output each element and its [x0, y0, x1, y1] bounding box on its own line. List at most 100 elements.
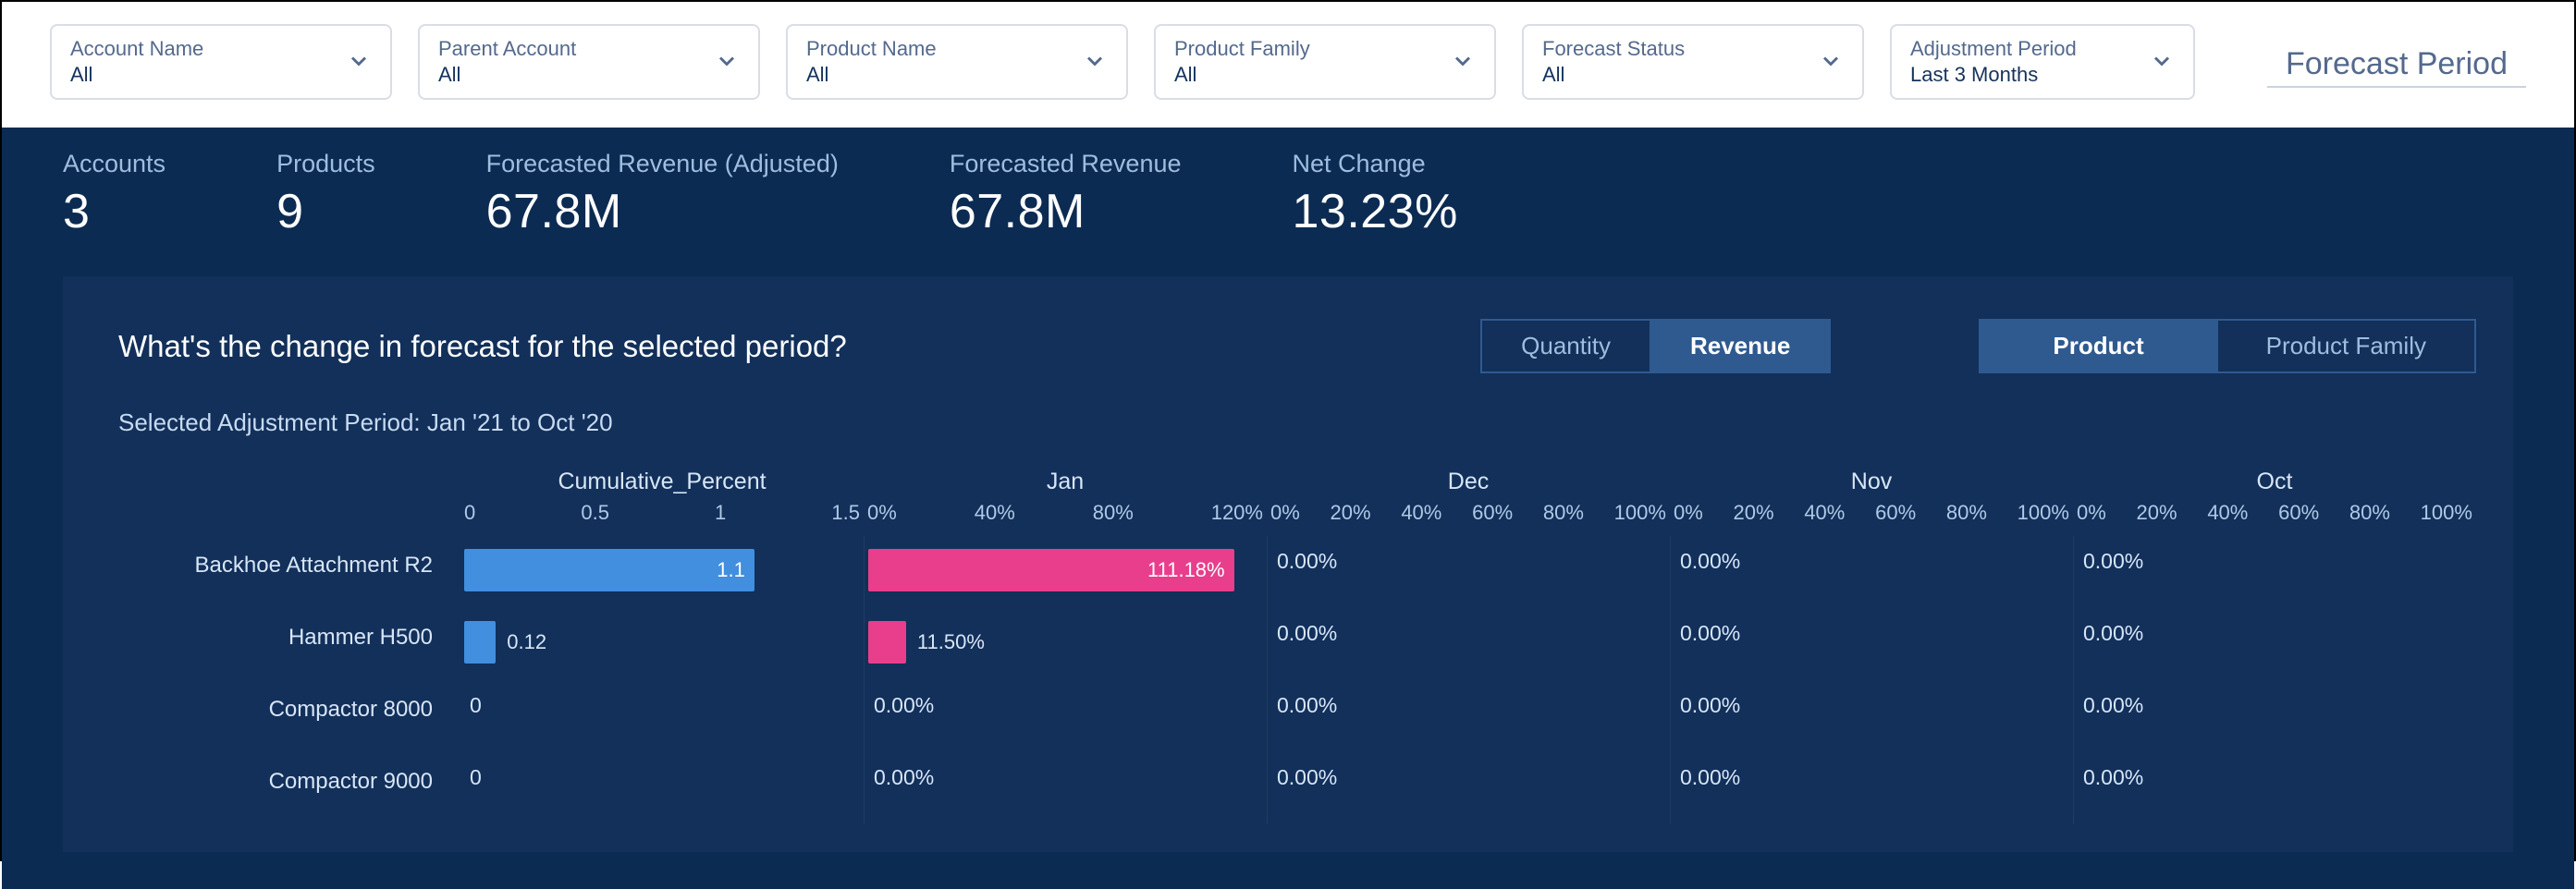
kpi-value: 3 [63, 184, 166, 239]
bar: 111.18% [868, 549, 1234, 591]
kpi-label: Products [276, 150, 375, 178]
bar-value: 0 [464, 693, 482, 717]
seg-revenue[interactable]: Revenue [1651, 319, 1831, 373]
chart-title: What's the change in forecast for the se… [118, 329, 847, 364]
chevron-down-icon [714, 48, 740, 77]
filter-adjustment-period[interactable]: Adjustment Period Last 3 Months [1890, 24, 2195, 100]
axis-tick: 1.5 [831, 501, 860, 525]
filter-account-name[interactable]: Account Name All [50, 24, 392, 100]
axis-tick: 1 [715, 501, 726, 525]
chart-cell: 0.00% [2073, 680, 2476, 752]
seg-quantity[interactable]: Quantity [1480, 319, 1651, 373]
chart-cell: 0.00% [2073, 536, 2476, 608]
bar-value: 1.1 [717, 558, 745, 582]
axis-tick: 0% [1674, 501, 1703, 525]
chart-cell: 0.00% [1670, 608, 2073, 680]
axis-ticks: 0 0.5 1 1.5 [460, 501, 864, 536]
axis-tick: 40% [975, 501, 1015, 525]
segmented-dimension: Product Product Family [1979, 319, 2476, 373]
axis-tick: 80% [1946, 501, 1987, 525]
row-label: Hammer H500 [118, 608, 460, 680]
bar-value: 0.00% [1674, 549, 1740, 573]
chart-cell: 0.00% [1267, 608, 1670, 680]
chart-cell: 0.00% [1670, 536, 2073, 608]
filter-parent-account[interactable]: Parent Account All [418, 24, 760, 100]
seg-product[interactable]: Product [1979, 319, 2217, 373]
seg-product-family[interactable]: Product Family [2218, 319, 2476, 373]
axis-tick: 100% [2421, 501, 2472, 525]
axis-tick: 120% [1211, 501, 1263, 525]
filter-forecast-status[interactable]: Forecast Status All [1522, 24, 1864, 100]
bar-value: 0.00% [2078, 621, 2143, 645]
filter-label: Product Name [806, 37, 937, 61]
chart-header: What's the change in forecast for the se… [118, 319, 2476, 373]
kpi-accounts: Accounts 3 [63, 150, 166, 239]
axis-tick: 100% [2018, 501, 2069, 525]
chart-cell: 0.00% [864, 752, 1267, 824]
filter-value: All [438, 63, 576, 87]
filter-label: Product Family [1174, 37, 1310, 61]
chart-subtitle: Selected Adjustment Period: Jan '21 to O… [118, 408, 2476, 437]
filter-product-family[interactable]: Product Family All [1154, 24, 1496, 100]
filter-value: All [1542, 63, 1685, 87]
axis-tick: 60% [1472, 501, 1513, 525]
kpi-value: 13.23% [1293, 184, 1458, 239]
column-header: Cumulative_Percent [460, 469, 864, 501]
kpi-value: 67.8M [486, 184, 839, 239]
bar-value: 0.00% [1674, 621, 1740, 645]
column-header: Nov [1670, 469, 2073, 501]
axis-tick: 80% [2349, 501, 2390, 525]
axis-tick: 20% [1331, 501, 1371, 525]
axis-tick: 80% [1543, 501, 1584, 525]
chevron-down-icon [1450, 48, 1476, 77]
axis-tick: 0 [464, 501, 475, 525]
chart-cell: 0.00% [2073, 752, 2476, 824]
bar-value: 0.00% [2078, 693, 2143, 717]
axis-tick: 60% [2278, 501, 2319, 525]
axis-tick: 40% [2207, 501, 2248, 525]
chart-cell: 0.00% [1670, 680, 2073, 752]
bar-value: 0.00% [1674, 693, 1740, 717]
bar-value: 0.00% [1271, 765, 1337, 789]
chart-cell: 0.00% [1670, 752, 2073, 824]
chart-grid: Cumulative_PercentJanDecNovOct00.511.50%… [118, 469, 2476, 824]
row-label: Backhoe Attachment R2 [118, 536, 460, 608]
axis-tick: 0.5 [581, 501, 609, 525]
bar-value: 0.00% [1271, 549, 1337, 573]
bar: 1.1 [464, 549, 754, 591]
kpi-products: Products 9 [276, 150, 375, 239]
bar-value: 111.18% [1147, 558, 1225, 582]
row-label: Compactor 8000 [118, 680, 460, 752]
bar-value: 0.00% [1271, 621, 1337, 645]
filter-value: All [70, 63, 203, 87]
kpi-label: Forecasted Revenue (Adjusted) [486, 150, 839, 178]
column-header: Dec [1267, 469, 1670, 501]
filter-label: Parent Account [438, 37, 576, 61]
chart-cell: 0.00% [864, 680, 1267, 752]
filter-label: Account Name [70, 37, 203, 61]
chart-cell: 0.00% [1267, 752, 1670, 824]
filter-label: Forecast Status [1542, 37, 1685, 61]
filter-label: Adjustment Period [1910, 37, 2077, 61]
chart-cell: 0 [460, 680, 864, 752]
chevron-down-icon [346, 48, 372, 77]
filter-product-name[interactable]: Product Name All [786, 24, 1128, 100]
axis-ticks: 0%20%40%60%80%100% [1267, 501, 1670, 536]
filter-bar: Account Name All Parent Account All Prod… [2, 2, 2574, 128]
chart-section: What's the change in forecast for the se… [2, 276, 2574, 889]
row-label-header [118, 469, 460, 501]
bar-value: 0.12 [507, 630, 546, 654]
kpi-label: Net Change [1293, 150, 1458, 178]
axis-tick: 100% [1614, 501, 1666, 525]
bar-value: 11.50% [917, 630, 985, 654]
chevron-down-icon [1082, 48, 1108, 77]
forecast-period-input[interactable]: Forecast Period [2267, 37, 2526, 88]
axis-ticks: 0%40%80%120% [864, 501, 1267, 536]
segmented-metric: Quantity Revenue [1480, 319, 1831, 373]
column-header: Oct [2073, 469, 2476, 501]
bar-value: 0.00% [1271, 693, 1337, 717]
chart-cell: 111.18% [864, 536, 1267, 608]
axis-ticks: 0%20%40%60%80%100% [1670, 501, 2073, 536]
kpi-label: Accounts [63, 150, 166, 178]
axis-tick: 20% [1734, 501, 1774, 525]
